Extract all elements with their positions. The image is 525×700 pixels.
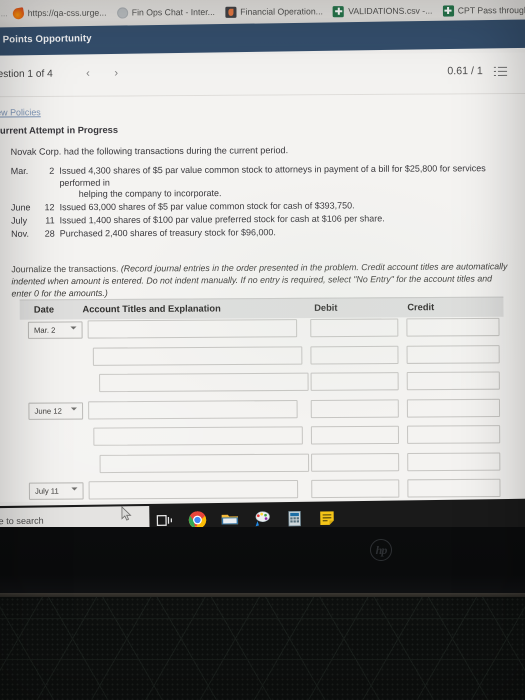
laptop-speaker-grille — [0, 597, 525, 700]
instructions-lead: Journalize the transactions. — [11, 263, 119, 275]
mouse-cursor — [121, 506, 132, 521]
transaction-day: 28 — [44, 228, 55, 240]
date-dropdown-value: July 11 — [34, 486, 59, 496]
account-title-input[interactable] — [99, 453, 310, 473]
laptop-photo: ... https://qa-css.urge... Fin Ops Chat … — [0, 0, 525, 700]
debit-amount-input[interactable] — [311, 479, 400, 499]
column-header-debit: Debit — [314, 302, 338, 313]
browser-tab-label: CPT Pass through — [457, 4, 525, 16]
browser-tab-0[interactable]: https://qa-css.urge... — [8, 0, 112, 26]
account-title-input[interactable] — [92, 345, 303, 366]
question-content: iew Policies Current Attempt in Progress… — [0, 94, 525, 521]
debit-amount-input[interactable] — [311, 452, 400, 472]
date-dropdown[interactable]: June 12 — [28, 401, 84, 420]
account-title-input[interactable] — [99, 372, 309, 393]
debit-amount-input[interactable] — [310, 318, 399, 338]
journal-row: June 12 — [20, 397, 504, 427]
browser-tab-2[interactable]: Financial Operation... — [221, 0, 329, 25]
debit-amount-input[interactable] — [310, 345, 399, 365]
transaction-text: Issued 4,300 shares of $5 par value comm… — [59, 163, 486, 188]
transaction-month: Mar. — [10, 165, 29, 177]
credit-amount-input[interactable] — [407, 478, 501, 498]
transaction-day: 2 — [49, 165, 55, 176]
credit-amount-input[interactable] — [406, 317, 500, 337]
account-title-input[interactable] — [88, 399, 298, 420]
transaction-text-continued: helping the company to incorporate. — [78, 188, 222, 200]
account-title-input[interactable] — [88, 479, 299, 500]
transaction-row: June 12 Issued 63,000 shares of $5 par v… — [11, 200, 522, 215]
tab-overflow-indicator[interactable]: ... — [0, 9, 8, 18]
app-icon — [225, 6, 237, 18]
column-header-date: Date — [33, 304, 55, 315]
transaction-row: Mar. 2 Issued 4,300 shares of $5 par val… — [11, 163, 522, 201]
column-header-credit: Credit — [407, 302, 435, 313]
column-header-account: Account Titles and Explanation — [82, 303, 221, 315]
credit-amount-input[interactable] — [406, 398, 501, 418]
attempt-status-label: Current Attempt in Progress — [0, 124, 119, 136]
file-explorer-icon[interactable] — [220, 509, 239, 528]
next-question-button[interactable]: › — [114, 67, 118, 79]
excel-icon — [442, 4, 454, 17]
credit-amount-input[interactable] — [406, 344, 500, 364]
browser-tab-label: Fin Ops Chat - Inter... — [131, 6, 215, 18]
excel-icon — [332, 5, 345, 17]
journal-row — [20, 370, 504, 400]
transaction-row: Nov. 28 Purchased 2,400 shares of treasu… — [11, 226, 522, 241]
transaction-row: July 11 Issued 1,400 shares of $100 par … — [11, 213, 522, 228]
date-dropdown-value: June 12 — [34, 406, 62, 416]
date-dropdown[interactable]: Mar. 2 — [27, 321, 83, 339]
journal-row — [20, 344, 504, 374]
journal-entry-table: Date Account Titles and Explanation Debi… — [19, 296, 505, 508]
paint-icon[interactable] — [252, 509, 271, 528]
laptop-screen: ... https://qa-css.urge... Fin Ops Chat … — [0, 0, 525, 533]
chevron-down-icon — [70, 406, 77, 411]
date-dropdown-value: Mar. 2 — [33, 325, 56, 335]
app-header-title: it Points Opportunity — [0, 33, 92, 46]
date-dropdown[interactable]: July 11 — [28, 482, 84, 500]
transaction-text: Purchased 2,400 shares of treasury stock… — [59, 227, 276, 240]
credit-amount-input[interactable] — [406, 371, 500, 391]
account-title-input[interactable] — [87, 319, 298, 339]
transaction-month: June — [10, 202, 31, 213]
instructions-text: Journalize the transactions. (Record jou… — [11, 260, 512, 299]
browser-tab-label: https://qa-css.urge... — [27, 7, 107, 19]
debit-amount-input[interactable] — [310, 372, 399, 391]
transaction-month: Nov. — [11, 229, 29, 240]
chevron-down-icon — [70, 326, 77, 330]
transaction-month: July — [11, 215, 28, 227]
debit-amount-input[interactable] — [310, 425, 400, 445]
list-icon[interactable] — [493, 66, 508, 77]
view-policies-link[interactable]: iew Policies — [0, 107, 41, 117]
transactions-list: Mar. 2 Issued 4,300 shares of $5 par val… — [11, 163, 523, 243]
browser-tab-label: VALIDATIONS.csv -... — [348, 5, 433, 17]
journal-row: Mar. 2 — [20, 317, 504, 347]
journal-row — [20, 424, 504, 454]
transaction-day: 12 — [44, 202, 55, 213]
globe-icon — [116, 6, 128, 19]
question-counter: uestion 1 of 4 — [0, 68, 53, 81]
journal-row — [21, 451, 505, 481]
score-display: 0.61 / 1 — [447, 64, 483, 78]
question-nav-bar: uestion 1 of 4 ‹ › 0.61 / 1 — [0, 52, 525, 97]
chevron-down-icon — [71, 487, 78, 491]
browser-tab-label: Financial Operation... — [240, 6, 323, 17]
previous-question-button[interactable]: ‹ — [86, 67, 90, 79]
account-title-input[interactable] — [93, 426, 303, 446]
credit-amount-input[interactable] — [407, 425, 501, 444]
search-placeholder: e to search — [0, 515, 44, 527]
calculator-icon[interactable] — [285, 508, 304, 527]
hp-logo: hp — [370, 539, 392, 561]
transaction-day: 11 — [45, 215, 55, 226]
sticky-notes-icon[interactable] — [317, 508, 336, 527]
problem-intro-text: Novak Corp. had the following transactio… — [10, 145, 289, 157]
grille-dots — [0, 597, 525, 700]
laptop-bezel: hp — [0, 527, 525, 595]
transaction-text: Issued 63,000 shares of $5 par value com… — [59, 200, 355, 213]
firefox-icon — [11, 6, 25, 20]
debit-amount-input[interactable] — [310, 398, 399, 418]
browser-tab-1[interactable]: Fin Ops Chat - Inter... — [112, 0, 221, 26]
credit-amount-input[interactable] — [407, 451, 501, 471]
transaction-text: Issued 1,400 shares of $100 par value pr… — [59, 213, 385, 226]
